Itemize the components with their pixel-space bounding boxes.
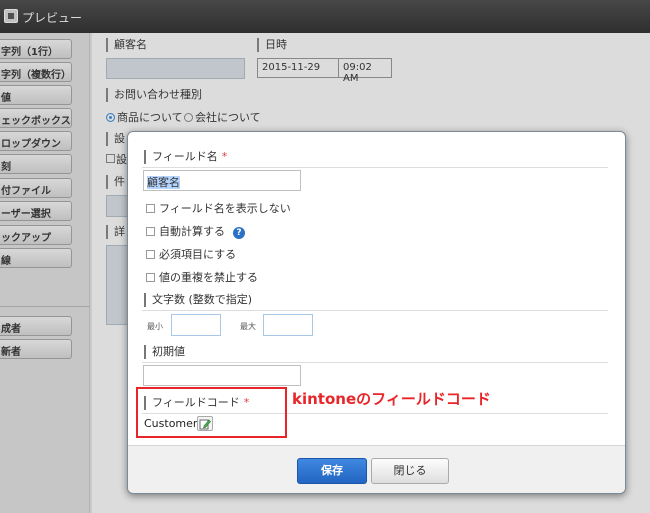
- min-label: 最小: [147, 322, 163, 331]
- field-settings-dialog: フィールド名 * 顧客名 フィールド名を表示しない 自動計算する? 必須項目にする…: [127, 131, 626, 494]
- min-length-input[interactable]: [171, 314, 221, 336]
- option-auto-calc[interactable]: 自動計算する?: [146, 223, 245, 239]
- help-icon[interactable]: ?: [233, 227, 245, 239]
- default-value-input[interactable]: [143, 365, 301, 386]
- close-button[interactable]: 閉じる: [371, 458, 449, 484]
- annotation-highlight-box: [136, 387, 287, 438]
- option-hide-field-name[interactable]: フィールド名を表示しない: [146, 200, 291, 215]
- option-unique[interactable]: 値の重複を禁止する: [146, 269, 258, 284]
- default-value-label: 初期値: [144, 345, 185, 359]
- save-button[interactable]: 保存: [297, 458, 367, 484]
- checkbox-icon: [146, 204, 155, 213]
- max-length-input[interactable]: [263, 314, 313, 336]
- dialog-footer: 保存 閉じる: [128, 445, 625, 493]
- char-count-label: 文字数 (整数で指定): [144, 293, 252, 307]
- divider: [142, 310, 608, 311]
- required-mark: *: [221, 150, 228, 163]
- checkbox-icon: [146, 273, 155, 282]
- checkbox-icon: [146, 227, 155, 236]
- option-required[interactable]: 必須項目にする: [146, 246, 236, 261]
- field-name-label: フィールド名 *: [144, 150, 227, 164]
- divider: [142, 362, 608, 363]
- annotation-text: kintoneのフィールドコード: [292, 390, 491, 408]
- divider: [142, 167, 608, 168]
- checkbox-icon: [146, 250, 155, 259]
- max-label: 最大: [240, 322, 256, 331]
- field-name-input[interactable]: 顧客名: [143, 170, 301, 191]
